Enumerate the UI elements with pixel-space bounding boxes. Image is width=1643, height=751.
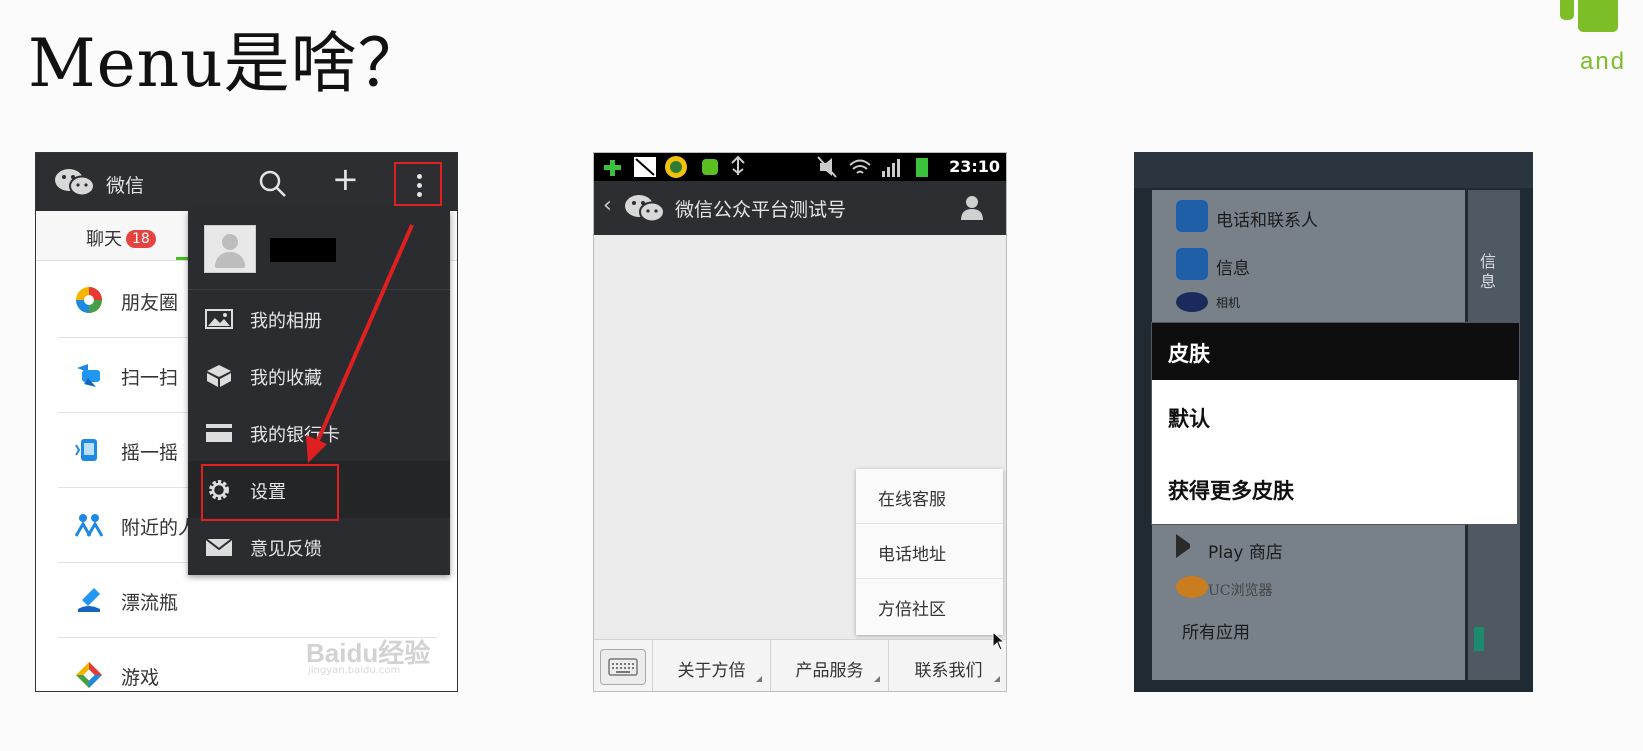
background-accent (1474, 627, 1484, 651)
submenu-item-label: 在线客服 (878, 490, 946, 510)
menu-tab-products[interactable]: 产品服务 (770, 640, 888, 691)
submenu-popup: 在线客服 电话地址 方倍社区 (856, 469, 1003, 635)
unread-badge: 18 (126, 230, 156, 248)
logo-mark (1578, 0, 1618, 32)
dialog-header: 皮肤 (1152, 323, 1519, 380)
list-item-label: 漂流瓶 (121, 592, 179, 614)
logo-mark (1560, 0, 1574, 20)
dot (417, 183, 422, 188)
menu-item-label: 我的银行卡 (250, 425, 340, 446)
shake-icon (75, 439, 97, 461)
tab-chat-label: 聊天 (86, 229, 122, 250)
chat-title: 微信公众平台测试号 (675, 199, 847, 221)
list-item-label: 摇一摇 (121, 442, 179, 464)
redacted-username (270, 238, 336, 262)
submenu-item-label: 方倍社区 (878, 600, 946, 620)
list-item-label: 朋友圈 (121, 292, 179, 314)
background-item: 所有应用 (1182, 623, 1250, 643)
plus-icon[interactable]: + (332, 163, 359, 195)
dialog-option-get-more-skins[interactable]: 获得更多皮肤 (1168, 475, 1294, 505)
menu-tab-contact[interactable]: 联系我们 (888, 640, 1006, 691)
submenu-item-community[interactable]: 方倍社区 (856, 579, 1003, 634)
wechat-logo-icon (55, 169, 95, 197)
status-system-icons (817, 156, 928, 178)
photo-album-icon (205, 309, 233, 329)
submenu-item-label: 电话地址 (878, 545, 946, 565)
skin-options-dialog: 皮肤 默认 获得更多皮肤 (1151, 322, 1519, 525)
menu-tab-label: 联系我们 (914, 661, 983, 681)
background-item: UC浏览器 (1208, 583, 1273, 599)
menu-tab-label: 产品服务 (795, 661, 864, 681)
background-item: 电话和联系人 (1216, 211, 1318, 231)
background-side-text: 信息 (1480, 252, 1497, 291)
list-item-label: 扫一扫 (121, 367, 179, 389)
dialog-title: 皮肤 (1168, 341, 1210, 366)
background-top (1134, 152, 1533, 188)
dot (417, 192, 422, 197)
status-time: 23:10 (949, 157, 1000, 176)
camera-icon (1176, 292, 1208, 312)
submenu-item-phone-address[interactable]: 电话地址 (856, 524, 1003, 579)
slide-title: Menu是啥？ (28, 25, 425, 102)
keyboard-toggle-button[interactable] (600, 649, 646, 685)
dot (417, 174, 422, 179)
baidu-watermark-url: jingyan.baidu.com (308, 665, 401, 676)
menu-tab-about[interactable]: 关于方倍 (652, 640, 770, 691)
background-item: Play 商店 (1208, 543, 1283, 563)
menu-item-my-album[interactable]: 我的相册 (188, 290, 450, 347)
action-bar: ‹ 微信公众平台测试号 (594, 181, 1006, 235)
play-store-icon (1176, 534, 1200, 558)
games-icon (76, 662, 102, 688)
menu-item-label: 意见反馈 (250, 539, 322, 560)
background-item: 信息 (1216, 259, 1250, 279)
wechat-public-account-screenshot: 23:10 ‹ 微信公众平台测试号 在线客服 电话地址 方倍社区 关于方倍 产品… (593, 152, 1007, 692)
custom-menu-bar: 关于方倍 产品服务 联系我们 (594, 639, 1006, 691)
menu-item-my-favorites[interactable]: 我的收藏 (188, 347, 450, 404)
slide: Menu是啥？ and 微信 + 聊天 18 朋友圈 扫一扫 摇一摇 附近的人 … (0, 0, 1643, 751)
status-bar: 23:10 (594, 153, 1006, 181)
menu-item-label: 我的相册 (250, 311, 322, 332)
bank-card-icon (206, 424, 232, 442)
drift-bottle-icon (78, 588, 100, 612)
wechat-logo-icon (625, 195, 665, 223)
background-item: 相机 (1216, 296, 1241, 310)
nearby-people-icon (74, 514, 104, 537)
message-icon (1176, 248, 1208, 280)
app-title: 微信 (106, 175, 145, 197)
submenu-item-online-service[interactable]: 在线客服 (856, 469, 1003, 524)
list-item-label: 附近的人 (121, 517, 198, 539)
menu-item-feedback[interactable]: 意见反馈 (188, 518, 450, 575)
logo-text: and (1580, 48, 1627, 75)
tab-chat[interactable]: 聊天 18 (86, 225, 156, 251)
favorites-cube-icon (207, 365, 231, 387)
uc-browser-icon (1176, 576, 1208, 598)
avatar[interactable] (204, 225, 256, 273)
menu-tab-label: 关于方倍 (677, 661, 746, 681)
mouse-cursor-icon (992, 631, 1006, 651)
more-vertical-icon[interactable] (394, 162, 442, 206)
moments-icon (76, 287, 102, 313)
status-notification-icons (604, 155, 745, 178)
android-logo: and (1560, 0, 1643, 80)
list-item-label: 游戏 (121, 667, 160, 689)
android-skin-dialog-screenshot: 电话和联系人 信息 相机 Play 商店 UC浏览器 所有应用 信息 皮肤 默认… (1134, 152, 1533, 692)
phone-icon (1176, 200, 1208, 232)
envelope-icon (205, 538, 233, 556)
dialog-option-default[interactable]: 默认 (1168, 403, 1210, 433)
person-icon[interactable] (958, 193, 986, 221)
search-icon[interactable] (258, 169, 288, 199)
wechat-main-screenshot: 微信 + 聊天 18 朋友圈 扫一扫 摇一摇 附近的人 漂流瓶 游戏 Baidu… (35, 152, 458, 692)
settings-highlight-box (201, 464, 339, 521)
keyboard-icon (608, 658, 638, 676)
scan-icon (77, 364, 100, 387)
menu-item-my-bank-card[interactable]: 我的银行卡 (188, 404, 450, 461)
menu-item-label: 我的收藏 (250, 368, 322, 389)
action-bar: 微信 + (36, 153, 457, 211)
back-chevron-icon[interactable]: ‹ (603, 193, 612, 218)
